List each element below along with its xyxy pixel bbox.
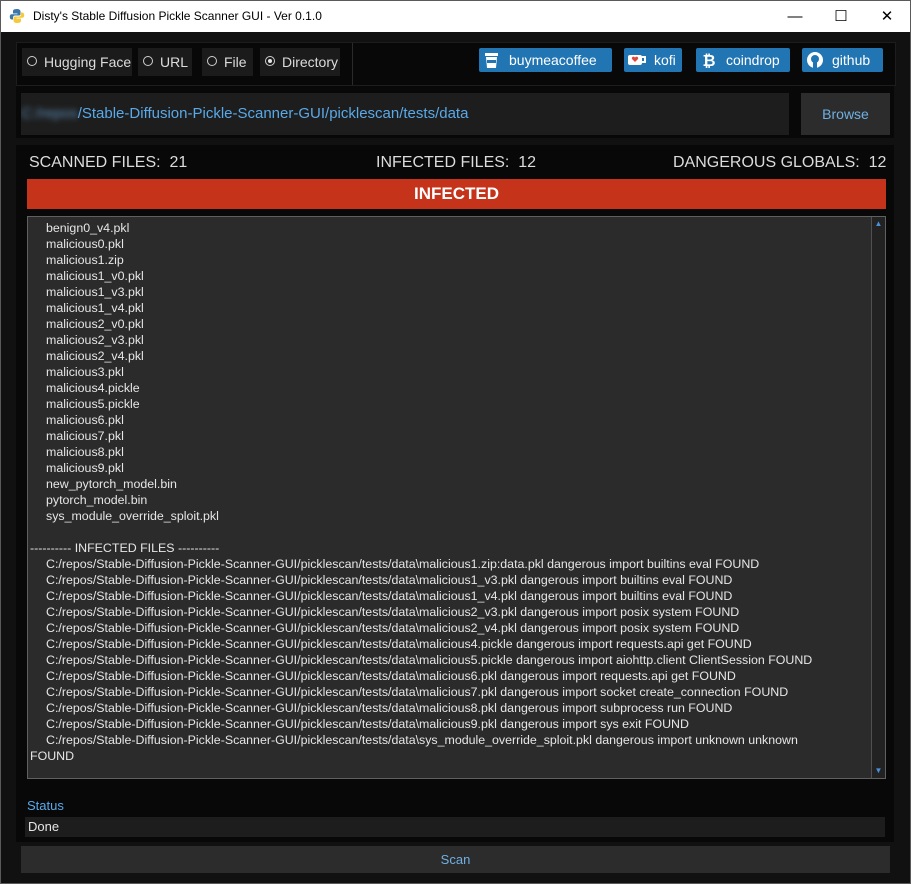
window-title: Disty's Stable Diffusion Pickle Scanner … xyxy=(33,9,322,23)
radio-directory[interactable]: Directory xyxy=(260,48,340,76)
output-line: C:/repos/Stable-Diffusion-Pickle-Scanner… xyxy=(46,653,813,667)
output-line: malicious1_v0.pkl xyxy=(46,269,144,283)
radio-label: Hugging Face xyxy=(44,54,132,70)
infected-files-stat: INFECTED FILES: 12 xyxy=(376,154,536,172)
infected-banner: INFECTED xyxy=(27,179,886,209)
output-line: malicious3.pkl xyxy=(46,365,124,379)
output-line: malicious2_v4.pkl xyxy=(46,349,144,363)
output-line: malicious4.pickle xyxy=(46,381,140,395)
status-value: Done xyxy=(25,817,885,837)
output-line: C:/repos/Stable-Diffusion-Pickle-Scanner… xyxy=(46,685,789,699)
results-panel: SCANNED FILES: 21 INFECTED FILES: 12 DAN… xyxy=(16,145,894,795)
source-toolbar: Hugging Face URL File Directory buymeaco… xyxy=(16,42,896,86)
scanned-files-count: 21 xyxy=(169,154,188,171)
scroll-up-arrow-icon[interactable]: ▲ xyxy=(872,218,885,230)
output-line: C:/repos/Stable-Diffusion-Pickle-Scanner… xyxy=(46,669,736,683)
output-line: pytorch_model.bin xyxy=(46,493,148,507)
output-line: malicious7.pkl xyxy=(46,429,124,443)
output-line: malicious2_v3.pkl xyxy=(46,333,144,347)
app-window: Disty's Stable Diffusion Pickle Scanner … xyxy=(0,0,911,884)
dangerous-globals-stat: DANGEROUS GLOBALS: 12 xyxy=(673,154,886,172)
radio-indicator xyxy=(27,56,37,66)
output-line: malicious0.pkl xyxy=(46,237,124,251)
main-content: Hugging Face URL File Directory buymeaco… xyxy=(1,32,910,883)
output-line: C:/repos/Stable-Diffusion-Pickle-Scanner… xyxy=(46,589,733,603)
maximize-button[interactable]: ☐ xyxy=(818,1,864,32)
output-line: ---------- INFECTED FILES ---------- xyxy=(30,541,220,555)
radio-file[interactable]: File xyxy=(202,48,253,76)
radio-url[interactable]: URL xyxy=(138,48,192,76)
status-panel: Status Done xyxy=(16,794,894,842)
output-lines: benign0_v4.pkl malicious0.pkl malicious1.z… xyxy=(28,220,870,764)
scanned-files-label: SCANNED FILES: xyxy=(29,154,161,171)
scroll-down-arrow-icon[interactable]: ▼ xyxy=(872,765,885,777)
minimize-button[interactable]: — xyxy=(772,1,818,32)
output-line: C:/repos/Stable-Diffusion-Pickle-Scanner… xyxy=(46,701,733,715)
radio-indicator-selected xyxy=(265,56,275,66)
dangerous-globals-label: DANGEROUS GLOBALS: xyxy=(673,154,860,171)
output-line: C:/repos/Stable-Diffusion-Pickle-Scanner… xyxy=(46,573,733,587)
kofi-label: kofi xyxy=(654,52,676,68)
infected-files-count: 12 xyxy=(518,154,537,171)
output-line: malicious9.pkl xyxy=(46,461,124,475)
kofi-button[interactable]: kofi xyxy=(624,48,682,72)
coindrop-button[interactable]: ₿ coindrop xyxy=(696,48,790,72)
coffee-cup-icon xyxy=(485,53,498,68)
status-label: Status xyxy=(27,798,64,813)
output-line: malicious5.pickle xyxy=(46,397,140,411)
output-line: benign0_v4.pkl xyxy=(46,221,130,235)
output-log[interactable]: benign0_v4.pkl malicious0.pkl malicious1.z… xyxy=(27,216,886,779)
github-label: github xyxy=(832,52,871,68)
python-logo-icon xyxy=(9,9,25,23)
close-button[interactable]: ✕ xyxy=(864,1,910,32)
path-value: /Stable-Diffusion-Pickle-Scanner-GUI/pic… xyxy=(77,105,469,122)
title-bar[interactable]: Disty's Stable Diffusion Pickle Scanner … xyxy=(1,1,910,32)
output-line: sys_module_override_sploit.pkl xyxy=(46,509,219,523)
radio-indicator xyxy=(143,56,153,66)
output-line: malicious1.zip xyxy=(46,253,124,267)
output-line: malicious1_v4.pkl xyxy=(46,301,144,315)
github-icon xyxy=(807,52,823,68)
path-row: C:/repos/Stable-Diffusion-Pickle-Scanner… xyxy=(16,86,894,138)
output-line: C:/repos/Stable-Diffusion-Pickle-Scanner… xyxy=(46,717,689,731)
output-line: malicious2_v0.pkl xyxy=(46,317,144,331)
output-line: new_pytorch_model.bin xyxy=(46,477,177,491)
output-line: C:/repos/Stable-Diffusion-Pickle-Scanner… xyxy=(46,621,740,635)
buymeacoffee-label: buymeacoffee xyxy=(509,52,597,68)
github-button[interactable]: github xyxy=(802,48,883,72)
radio-label: File xyxy=(224,54,247,70)
output-scrollbar[interactable]: ▲ ▼ xyxy=(871,217,885,778)
radio-hugging-face[interactable]: Hugging Face xyxy=(22,48,132,76)
svg-text:₿: ₿ xyxy=(702,51,715,70)
path-blurred-prefix: C:/repos xyxy=(21,105,78,122)
infected-files-label: INFECTED FILES: xyxy=(376,154,510,171)
output-line: C:/repos/Stable-Diffusion-Pickle-Scanner… xyxy=(46,637,752,651)
bitcoin-icon: ₿ xyxy=(702,51,715,70)
radio-label: URL xyxy=(160,54,189,70)
coindrop-label: coindrop xyxy=(726,52,780,68)
output-line: FOUND xyxy=(30,749,75,763)
output-line: C:/repos/Stable-Diffusion-Pickle-Scanner… xyxy=(46,557,760,571)
path-input[interactable]: C:/repos/Stable-Diffusion-Pickle-Scanner… xyxy=(21,93,789,135)
scanned-files-stat: SCANNED FILES: 21 xyxy=(29,154,187,172)
scan-button[interactable]: Scan xyxy=(21,846,890,873)
kofi-cup-icon xyxy=(628,55,646,65)
radio-label: Directory xyxy=(282,54,339,70)
buymeacoffee-button[interactable]: buymeacoffee xyxy=(479,48,612,72)
browse-button[interactable]: Browse xyxy=(801,93,890,135)
output-line: malicious8.pkl xyxy=(46,445,124,459)
radio-indicator xyxy=(207,56,217,66)
output-line: C:/repos/Stable-Diffusion-Pickle-Scanner… xyxy=(46,605,740,619)
output-line: C:/repos/Stable-Diffusion-Pickle-Scanner… xyxy=(46,733,798,747)
output-line: malicious1_v3.pkl xyxy=(46,285,144,299)
output-line: malicious6.pkl xyxy=(46,413,124,427)
dangerous-globals-count: 12 xyxy=(868,154,887,171)
